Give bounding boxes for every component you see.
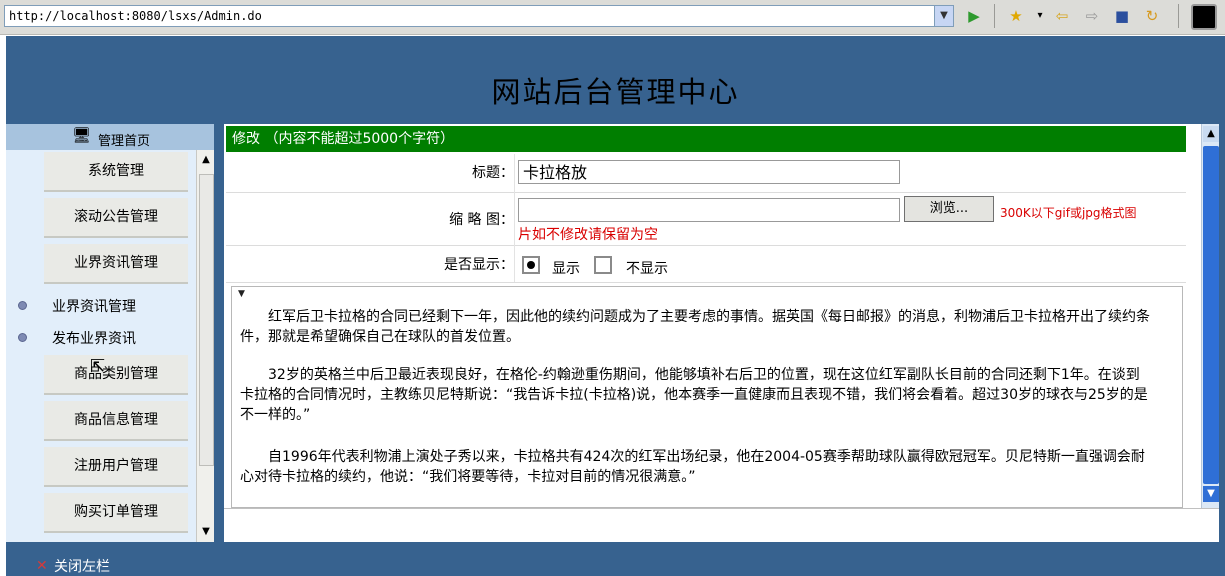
sidebar-subitem-publish-news[interactable]: 发布业界资讯 [18, 328, 136, 348]
title-label: 标题： [472, 165, 514, 181]
form-divider [514, 154, 515, 282]
radio-show-label: 显示 [552, 261, 580, 277]
section-title: 修改 （内容不能超过5000个字符） [226, 126, 1186, 152]
mouse-cursor-icon: ⇱ [90, 356, 106, 377]
sidebar-item-users[interactable]: 注册用户管理 [44, 447, 188, 487]
browser-toolbar: http://localhost:8080/lsxs/Admin.do ▼ ▶ … [0, 0, 1225, 35]
editor-paragraph: 32岁的英格兰中后卫最近表现良好，在格伦-约翰逊重伤期间，他能够填补右后卫的位置… [240, 367, 1148, 423]
collapse-toggle-icon[interactable]: ▼ [238, 289, 245, 299]
scroll-up-icon[interactable]: ▲ [1203, 126, 1219, 142]
editor-paragraph: 自1996年代表利物浦上演处子秀以来，卡拉格共有424次的红军出场纪录，他在20… [240, 449, 1145, 485]
radio-selected-dot [527, 261, 535, 269]
sidebar-subitem-news-manage[interactable]: 业界资讯管理 [18, 296, 136, 316]
forward-icon[interactable]: ⇨ [1082, 6, 1102, 26]
thumbnail-hint: 300K以下gif或jpg格式图 [1000, 206, 1137, 220]
toolbar-separator [994, 4, 995, 28]
sidebar-item-system[interactable]: 系统管理 [44, 152, 188, 192]
computer-icon: 🖥 [72, 126, 92, 144]
radio-show[interactable] [522, 256, 540, 274]
sidebar-subitem-label: 发布业界资讯 [52, 331, 136, 347]
black-square-button[interactable] [1191, 4, 1217, 30]
sidebar-home-label: 管理首页 [98, 134, 151, 149]
sidebar-subitem-label: 业界资讯管理 [52, 299, 136, 315]
radio-hide[interactable] [594, 256, 612, 274]
sidebar-item-categories[interactable]: 商品类别管理 [44, 355, 188, 395]
favorites-icon[interactable]: ★ [1006, 6, 1026, 26]
scroll-down-icon[interactable]: ▼ [1203, 486, 1219, 502]
toolbar-separator [1178, 4, 1179, 28]
bottom-bar: ✕ 关闭左栏 [6, 542, 1225, 576]
thumbnail-hint-continued: 片如不修改请保留为空 [518, 227, 658, 243]
stop-icon[interactable]: ■ [1112, 6, 1132, 26]
thumbnail-file-input[interactable] [518, 198, 900, 222]
editor-paragraph: 红军后卫卡拉格的合同已经剩下一年，因此他的续约问题成为了主要考虑的事情。据英国《… [240, 309, 1150, 345]
main-footer-area [224, 508, 1221, 543]
sidebar-item-orders[interactable]: 购买订单管理 [44, 493, 188, 533]
sidebar-scrollbar[interactable]: ▲ ▼ [196, 150, 215, 542]
dropdown-icon[interactable]: ▼ [934, 6, 953, 26]
browse-button[interactable]: 浏览... [904, 196, 994, 222]
scrollbar-thumb[interactable] [1203, 146, 1219, 484]
chevron-down-icon[interactable]: ▾ [1030, 6, 1050, 26]
close-icon[interactable]: ✕ [36, 558, 48, 574]
sidebar-divider [214, 124, 224, 542]
radio-hide-label: 不显示 [626, 261, 668, 277]
main-content: 修改 （内容不能超过5000个字符） 标题： 缩 略 图： 是否显示： 卡拉格放… [224, 124, 1201, 542]
title-input[interactable]: 卡拉格放 [518, 160, 900, 184]
content-editor[interactable]: ▼ 红军后卫卡拉格的合同已经剩下一年，因此他的续约问题成为了主要考虑的事情。据英… [231, 286, 1183, 508]
address-bar[interactable]: http://localhost:8080/lsxs/Admin.do ▼ [4, 5, 954, 27]
back-icon[interactable]: ⇦ [1052, 6, 1072, 26]
main-scrollbar[interactable]: ▲ ▼ [1201, 124, 1220, 508]
visibility-label: 是否显示： [444, 257, 514, 273]
sidebar-item-products[interactable]: 商品信息管理 [44, 401, 188, 441]
close-sidebar-link[interactable]: 关闭左栏 [54, 556, 110, 576]
sidebar-home[interactable]: 🖥 管理首页 [6, 124, 220, 151]
scroll-up-icon[interactable]: ▲ [198, 152, 214, 168]
site-header: 网站后台管理中心 [6, 36, 1225, 124]
scroll-down-icon[interactable]: ▼ [198, 524, 214, 540]
sidebar-item-industry-news[interactable]: 业界资讯管理 [44, 244, 188, 284]
url-text: http://localhost:8080/lsxs/Admin.do [9, 9, 262, 23]
bullet-icon [18, 333, 27, 342]
bullet-icon [18, 301, 27, 310]
sidebar-item-announcements[interactable]: 滚动公告管理 [44, 198, 188, 238]
page-title: 网站后台管理中心 [491, 75, 740, 109]
go-icon[interactable]: ▶ [964, 6, 984, 26]
sidebar: 系统管理 滚动公告管理 业界资讯管理 业界资讯管理 发布业界资讯 商品类别管理 … [6, 150, 196, 542]
thumbnail-label: 缩 略 图： [449, 212, 514, 228]
right-border [1219, 124, 1225, 542]
refresh-icon[interactable]: ↻ [1142, 6, 1162, 26]
visibility-row: 是否显示： [226, 246, 1186, 283]
scrollbar-thumb[interactable] [199, 174, 214, 466]
